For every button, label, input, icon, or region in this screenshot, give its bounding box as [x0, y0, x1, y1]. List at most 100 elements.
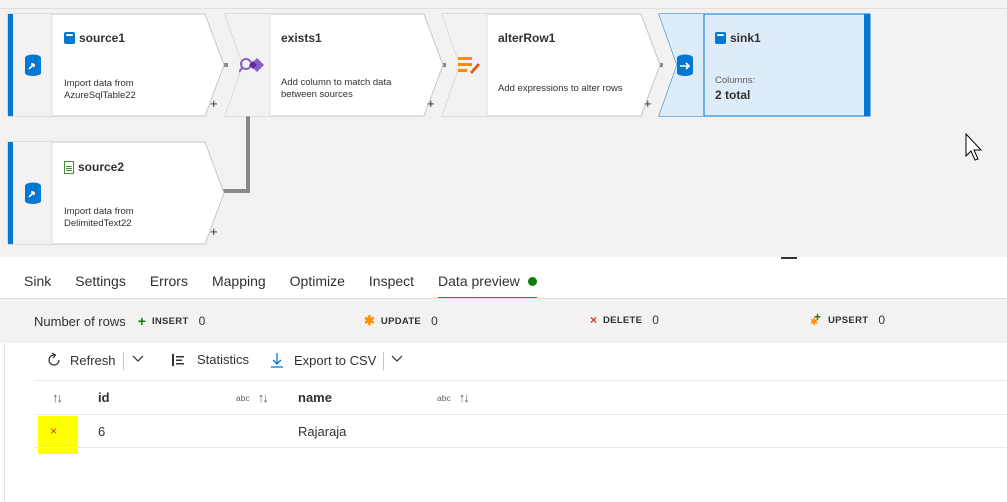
string-type-icon: abc	[236, 392, 250, 403]
status-dot-icon	[527, 277, 537, 286]
update-label: UPDATE	[380, 315, 422, 327]
update-count: ✱ UPDATE 0	[364, 313, 438, 329]
table-row[interactable]: × 6 Rajaraja	[34, 415, 1007, 448]
desc-line: AzureSqlTable22	[64, 90, 136, 101]
upsert-count: + ✱ UPSERT 0	[810, 310, 886, 328]
connector-source2-exists1-vertical	[246, 113, 250, 192]
panel-resize-handle[interactable]	[781, 257, 797, 259]
tab-mapping[interactable]: Mapping	[212, 264, 266, 298]
tab-label: Optimize	[289, 273, 345, 289]
add-transformation-button[interactable]: +	[210, 96, 218, 111]
upsert-label: UPSERT	[828, 314, 869, 326]
upsert-icon: + ✱	[810, 310, 822, 328]
row-action-sort-button[interactable]: ↑↓	[52, 381, 63, 414]
delete-label: DELETE	[603, 314, 643, 326]
node-source1-title-wrap: source1	[64, 31, 125, 45]
tab-label: Mapping	[211, 273, 266, 289]
node-sink1-title-wrap: sink1	[715, 31, 761, 45]
preview-toolbar: Refresh Statistics Export to CSV	[0, 343, 1007, 379]
alter-row-icon	[458, 56, 480, 79]
export-csv-label: Export to CSV	[294, 352, 377, 368]
tab-settings[interactable]: Settings	[75, 264, 126, 298]
tab-sink[interactable]: Sink	[24, 264, 51, 298]
add-transformation-button[interactable]: +	[210, 224, 218, 239]
sort-icon: ↑↓	[257, 390, 269, 405]
desc-line: Import data from	[64, 206, 134, 217]
row-action-cell: ×	[50, 415, 57, 447]
sink-dataset-icon	[676, 54, 694, 81]
node-sink1-columns-label: Columns:	[715, 75, 756, 86]
refresh-dropdown-button[interactable]	[132, 352, 144, 364]
cell-value: Rajaraja	[298, 423, 347, 439]
properties-tabs: Sink Settings Errors Mapping Optimize In…	[0, 264, 1007, 299]
delete-count: × DELETE 0	[590, 313, 659, 327]
node-exists1[interactable]: exists1 Add column to match data between…	[224, 13, 444, 117]
desc-line: between sources	[281, 89, 353, 100]
column-name: id	[98, 390, 110, 405]
node-alterrow1-description: Add expressions to alter rows	[498, 83, 623, 95]
tab-errors[interactable]: Errors	[150, 264, 188, 298]
row-counts-bar: Number of rows + INSERT 0 ✱ UPDATE 0 × D…	[0, 299, 1007, 343]
node-source2-title-wrap: source2	[64, 160, 124, 174]
statistics-label: Statistics	[197, 352, 250, 367]
column-name-sort[interactable]: abc ↑↓	[437, 381, 470, 414]
column-id-sort[interactable]: abc ↑↓	[236, 381, 269, 414]
sort-icon: ↑↓	[52, 390, 63, 405]
node-alterrow1-title: alterRow1	[498, 31, 556, 45]
desc-line: Add column to match data	[281, 77, 392, 88]
tab-label: Sink	[24, 273, 52, 289]
node-sink1-title: sink1	[730, 31, 761, 45]
sort-icon: ↑↓	[458, 390, 470, 405]
export-csv-button[interactable]: Export to CSV	[270, 352, 376, 368]
node-exists1-title: exists1	[281, 31, 322, 45]
source-dataset-icon	[24, 54, 42, 81]
statistics-button[interactable]: Statistics	[171, 352, 249, 367]
insert-plus-icon: +	[137, 313, 146, 329]
add-transformation-button[interactable]: +	[644, 96, 652, 111]
tab-label: Errors	[149, 273, 188, 289]
update-asterisk-icon: ✱	[364, 313, 375, 328]
node-exists1-title-wrap: exists1	[281, 31, 322, 45]
refresh-button[interactable]: Refresh	[46, 352, 116, 368]
statistics-icon	[172, 353, 184, 366]
node-sink1[interactable]: sink1 Columns: 2 total	[658, 13, 871, 117]
mouse-pointer-icon	[965, 133, 983, 161]
node-alterrow1-title-wrap: alterRow1	[498, 31, 555, 45]
data-flow-canvas[interactable]: source1 Import data from AzureSqlTable22…	[0, 0, 1007, 257]
node-source2-description: Import data from DelimitedText22	[64, 206, 134, 230]
tab-data-preview[interactable]: Data preview	[438, 264, 537, 299]
sql-table-icon	[64, 32, 75, 44]
cell-value: 6	[98, 423, 106, 439]
sql-table-icon	[715, 32, 726, 44]
node-source1-description: Import data from AzureSqlTable22	[64, 78, 136, 102]
preview-grid-header: ↑↓ id abc ↑↓ name abc ↑↓	[34, 380, 1007, 415]
node-exists1-description: Add column to match data between sources	[281, 77, 391, 101]
tab-optimize[interactable]: Optimize	[290, 264, 345, 298]
cell-id: 6	[98, 415, 105, 447]
string-type-icon: abc	[437, 392, 451, 403]
node-sink1-columns-count: 2 total	[715, 88, 751, 102]
tab-label: Settings	[75, 273, 126, 289]
cell-name: Rajaraja	[298, 415, 346, 447]
insert-label: INSERT	[151, 315, 189, 327]
refresh-label: Refresh	[70, 352, 116, 368]
desc-line: DelimitedText22	[64, 218, 132, 229]
tab-inspect[interactable]: Inspect	[369, 264, 414, 298]
add-transformation-button[interactable]: +	[427, 96, 435, 111]
insert-count: Number of rows + INSERT 0	[34, 313, 205, 329]
node-source2[interactable]: source2 Import data from DelimitedText22…	[7, 141, 225, 245]
column-header-id[interactable]: id	[98, 381, 110, 414]
desc-line: Import data from	[64, 78, 134, 89]
node-source2-title: source2	[78, 160, 125, 174]
column-name: name	[298, 390, 332, 405]
toolbar-separator	[383, 352, 384, 370]
refresh-icon	[48, 352, 60, 366]
tab-label: Inspect	[368, 273, 415, 289]
source-dataset-icon	[24, 182, 42, 209]
upsert-value: 0	[878, 313, 886, 327]
node-alterrow1[interactable]: alterRow1 Add expressions to alter rows …	[441, 13, 661, 117]
node-source1[interactable]: source1 Import data from AzureSqlTable22…	[7, 13, 225, 117]
export-dropdown-button[interactable]	[391, 352, 403, 364]
chevron-down-icon	[391, 355, 403, 362]
column-header-name[interactable]: name	[298, 381, 332, 414]
